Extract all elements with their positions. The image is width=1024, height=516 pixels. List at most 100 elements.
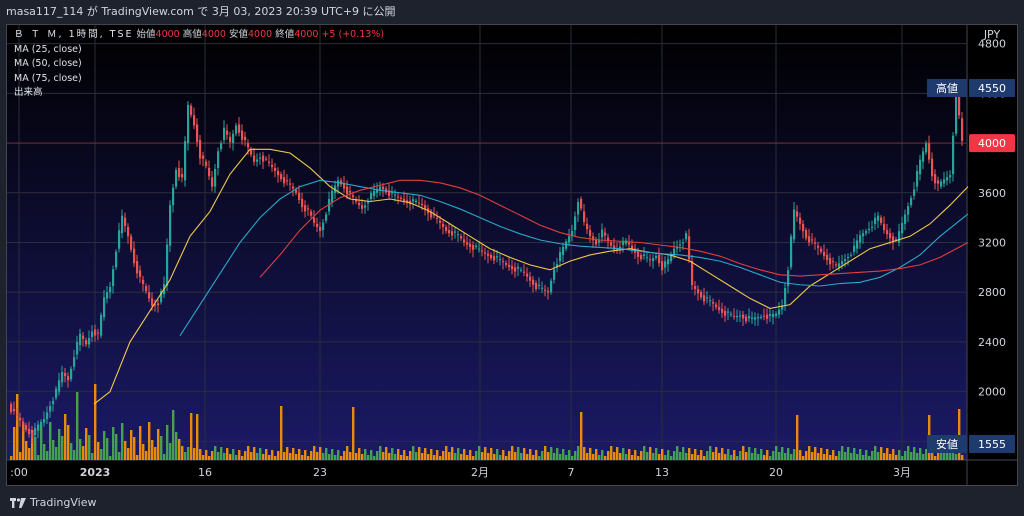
candle-body (784, 287, 787, 305)
volume-bar (880, 447, 883, 460)
volume-bar (523, 448, 526, 460)
volume-bar (121, 423, 124, 460)
volume-bar (856, 454, 859, 460)
candle-body (889, 233, 892, 239)
candle-body (520, 269, 523, 271)
volume-bar (745, 452, 748, 460)
candle-body (763, 315, 766, 317)
candle-body (112, 269, 115, 286)
volume-bar (784, 453, 787, 460)
change-value: +5 (+0.13%) (321, 29, 385, 40)
volume-bar (217, 452, 220, 460)
x-tick-label: :00 (10, 466, 28, 479)
volume-bar (355, 453, 358, 460)
volume-bar (88, 435, 91, 460)
volume-bar (832, 450, 835, 460)
volume-bar (25, 441, 28, 460)
candle-body (718, 307, 721, 310)
candle-body (859, 235, 862, 243)
volume-bar (124, 441, 127, 460)
candle-body (397, 196, 400, 198)
candle-body (529, 276, 532, 281)
volume-bar (265, 449, 268, 460)
candle-body (244, 136, 247, 141)
candle-body (190, 105, 193, 116)
open-value: 4000 (155, 29, 180, 40)
candle-body (505, 263, 508, 265)
candle-body (871, 226, 874, 228)
candle-body (934, 174, 937, 184)
candle-body (181, 174, 184, 178)
volume-bar (163, 454, 166, 460)
candle-body (508, 264, 511, 268)
indicator-ma75[interactable]: MA (75, close) (14, 72, 384, 87)
volume-bar (94, 384, 97, 460)
symbol-label: Ｂ Ｔ Ｍ, 1時間, TSE (14, 29, 134, 40)
volume-bar (319, 447, 322, 460)
volume-bar (562, 449, 565, 460)
volume-bar (790, 454, 793, 460)
volume-bar (169, 443, 172, 460)
candle-body (589, 230, 592, 237)
indicator-ma25[interactable]: MA (25, close) (14, 43, 384, 58)
volume-bar (307, 456, 310, 460)
candle-body (886, 230, 889, 235)
candle-body (313, 217, 316, 223)
volume-bar (178, 439, 181, 460)
volume-bar (697, 455, 700, 460)
candle-body (235, 125, 238, 134)
candle-body (904, 214, 907, 224)
volume-bar (727, 449, 730, 460)
volume-bar (898, 450, 901, 460)
low-marker-value: 1555 (978, 438, 1006, 451)
candle-body (691, 261, 694, 286)
tradingview-logo[interactable]: TradingView (10, 496, 96, 509)
volume-bar (760, 449, 763, 460)
volume-bar (133, 437, 136, 460)
volume-bar (595, 449, 598, 460)
candle-body (577, 201, 580, 215)
volume-bar (385, 447, 388, 460)
candle-body (145, 286, 148, 292)
candle-body (790, 236, 793, 268)
candle-body (307, 208, 310, 210)
candle-body (598, 240, 601, 243)
low-marker-label: 安値 (936, 437, 958, 451)
volume-bar (100, 449, 103, 460)
indicator-volume[interactable]: 出来高 (14, 86, 384, 101)
candle-body (466, 242, 469, 245)
candle-body (229, 136, 232, 143)
volume-bar (301, 455, 304, 460)
volume-bar (10, 456, 13, 460)
volume-bar (634, 450, 637, 460)
candle-body (940, 181, 943, 187)
volume-bar (679, 452, 682, 460)
volume-bar (379, 446, 382, 460)
volume-bar (529, 449, 532, 460)
candle-body (250, 149, 253, 155)
candle-body (601, 229, 604, 238)
volume-bar (49, 422, 52, 460)
candle-body (364, 205, 367, 208)
candle-body (547, 290, 550, 293)
candle-body (475, 245, 478, 247)
candle-body (370, 192, 373, 199)
candle-body (544, 289, 547, 291)
candle-body (298, 192, 301, 200)
candle-body (700, 292, 703, 298)
volume-bar (715, 447, 718, 460)
volume-bar (844, 452, 847, 460)
volume-bar (433, 455, 436, 460)
volume-bar (883, 453, 886, 460)
indicator-ma50[interactable]: MA (50, close) (14, 57, 384, 72)
volume-bar (238, 450, 241, 460)
volume-bar (769, 456, 772, 460)
volume-bar (577, 446, 580, 460)
volume-bar (322, 453, 325, 460)
candle-body (49, 406, 52, 412)
candle-body (727, 311, 730, 313)
candle-body (847, 256, 850, 259)
candle-body (292, 186, 295, 189)
volume-bar (550, 447, 553, 460)
candle-body (274, 167, 277, 172)
